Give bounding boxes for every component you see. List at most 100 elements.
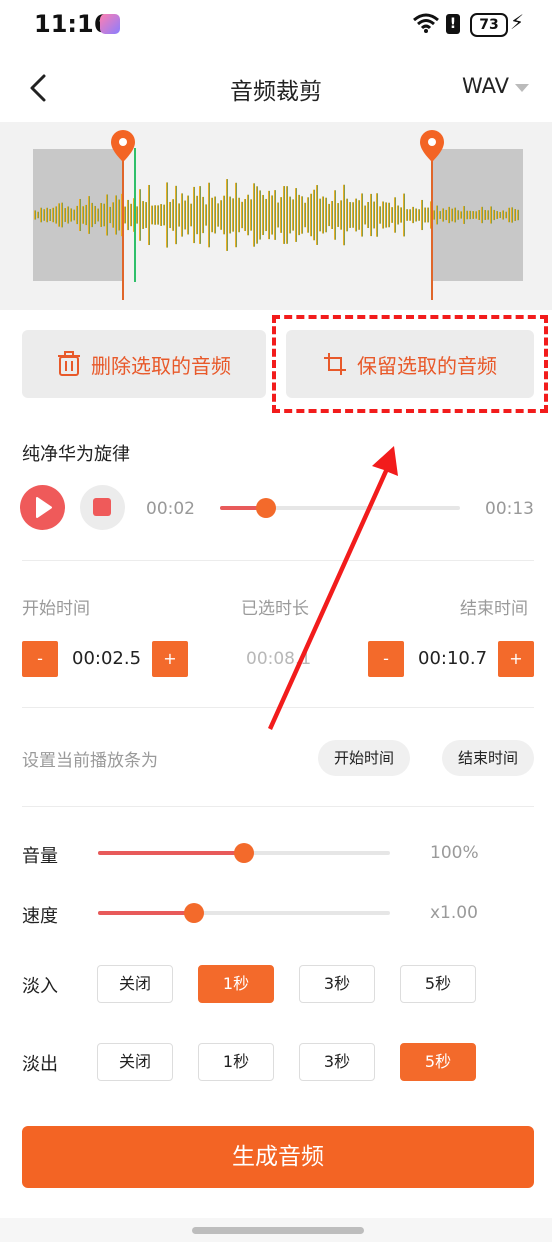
total-time: 00:13 bbox=[485, 499, 534, 519]
waveform-bar bbox=[157, 205, 159, 225]
waveform-bar bbox=[160, 204, 162, 226]
waveform-bar bbox=[346, 198, 348, 232]
annotation-highlight-box bbox=[272, 315, 548, 413]
generate-audio-button[interactable]: 生成音频 bbox=[22, 1126, 534, 1188]
wifi-icon bbox=[413, 13, 439, 33]
waveform-bar bbox=[451, 208, 453, 222]
waveform-bar bbox=[295, 188, 297, 242]
waveform-bar bbox=[463, 206, 465, 224]
start-time-value: 00:02.5 bbox=[72, 648, 142, 669]
waveform-bar bbox=[172, 199, 174, 231]
waveform-panel[interactable] bbox=[0, 122, 552, 310]
waveform-bar bbox=[70, 208, 72, 222]
waveform-bar bbox=[106, 194, 108, 236]
set-end-time-button[interactable]: 结束时间 bbox=[442, 740, 534, 776]
end-time-label: 结束时间 bbox=[460, 599, 528, 619]
waveform-bar bbox=[232, 198, 234, 232]
volume-slider-thumb[interactable] bbox=[234, 843, 254, 863]
waveform-bar bbox=[223, 195, 225, 235]
waveform-bar bbox=[481, 206, 483, 224]
waveform-bar bbox=[187, 195, 189, 235]
start-time-minus-button[interactable]: - bbox=[22, 641, 58, 677]
waveform-bar bbox=[166, 182, 168, 248]
waveform-bar bbox=[37, 211, 39, 219]
fade-out-option[interactable]: 关闭 bbox=[97, 1043, 173, 1081]
waveform-bar bbox=[193, 186, 195, 244]
waveform-bar bbox=[49, 209, 51, 221]
waveform-bar bbox=[181, 193, 183, 237]
waveform-bar bbox=[379, 206, 381, 224]
fade-in-option[interactable]: 关闭 bbox=[97, 965, 173, 1003]
waveform-bar bbox=[205, 204, 207, 226]
waveform-bar bbox=[454, 207, 456, 223]
home-indicator[interactable] bbox=[192, 1227, 364, 1234]
waveform-bar bbox=[424, 207, 426, 223]
end-time-plus-button[interactable]: + bbox=[498, 641, 534, 677]
waveform-bar bbox=[349, 202, 351, 228]
divider bbox=[22, 806, 534, 807]
end-time-value: 00:10.7 bbox=[418, 648, 488, 669]
waveform-bar bbox=[313, 189, 315, 241]
waveform-bar bbox=[103, 203, 105, 227]
delete-selection-label: 删除选取的音频 bbox=[91, 353, 231, 378]
status-bar: 11:16 ! 73 ⚡ bbox=[0, 0, 552, 50]
waveform-bar bbox=[175, 185, 177, 245]
play-icon bbox=[36, 497, 52, 518]
waveform-bar bbox=[496, 211, 498, 219]
waveform-bar bbox=[502, 210, 504, 220]
volume-label: 音量 bbox=[22, 846, 58, 867]
speed-slider-thumb[interactable] bbox=[184, 903, 204, 923]
fade-out-label: 淡出 bbox=[22, 1054, 58, 1075]
waveform-bar bbox=[145, 202, 147, 228]
waveform-bar bbox=[256, 186, 258, 244]
waveform-bar bbox=[58, 203, 60, 227]
waveform-bar bbox=[253, 183, 255, 247]
play-button[interactable] bbox=[20, 485, 65, 530]
track-name: 纯净华为旋律 bbox=[22, 444, 130, 465]
waveform-bar bbox=[115, 195, 117, 235]
fade-out-option[interactable]: 1秒 bbox=[198, 1043, 274, 1081]
waveform-bar bbox=[250, 199, 252, 231]
set-start-time-button[interactable]: 开始时间 bbox=[318, 740, 410, 776]
waveform-bar bbox=[169, 201, 171, 229]
selected-duration-label: 已选时长 bbox=[241, 599, 309, 619]
waveform-bar bbox=[100, 203, 102, 227]
waveform-bar bbox=[214, 196, 216, 234]
app-badge-icon bbox=[100, 14, 120, 34]
waveform-bar bbox=[196, 195, 198, 235]
fade-out-option[interactable]: 5秒 bbox=[400, 1043, 476, 1081]
chevron-down-icon[interactable] bbox=[515, 84, 529, 92]
end-time-minus-button[interactable]: - bbox=[368, 641, 404, 677]
waveform-bar bbox=[457, 210, 459, 220]
waveform-bar bbox=[352, 202, 354, 228]
waveform-bar bbox=[307, 197, 309, 233]
fade-in-option[interactable]: 3秒 bbox=[299, 965, 375, 1003]
waveform[interactable] bbox=[0, 122, 552, 310]
divider bbox=[22, 560, 534, 561]
waveform-bar bbox=[397, 205, 399, 225]
waveform-bar bbox=[292, 199, 294, 231]
waveform-bar bbox=[229, 196, 231, 234]
start-time-plus-button[interactable]: + bbox=[152, 641, 188, 677]
waveform-bar bbox=[46, 207, 48, 223]
waveform-bar bbox=[130, 203, 132, 227]
fade-in-option[interactable]: 1秒 bbox=[198, 965, 274, 1003]
waveform-bar bbox=[127, 199, 129, 231]
playback-slider-thumb[interactable] bbox=[256, 498, 276, 518]
delete-selection-button[interactable]: 删除选取的音频 bbox=[22, 330, 266, 398]
fade-in-option[interactable]: 5秒 bbox=[400, 965, 476, 1003]
fade-out-option[interactable]: 3秒 bbox=[299, 1043, 375, 1081]
waveform-bar bbox=[235, 182, 237, 248]
waveform-bar bbox=[382, 201, 384, 229]
waveform-bar bbox=[427, 207, 429, 223]
waveform-bar bbox=[385, 202, 387, 228]
waveform-bar bbox=[82, 206, 84, 224]
waveform-bar bbox=[328, 203, 330, 227]
waveform-bar bbox=[226, 179, 228, 251]
format-dropdown[interactable]: WAV bbox=[462, 74, 509, 98]
waveform-bar bbox=[220, 200, 222, 230]
speed-slider-fill bbox=[98, 911, 194, 915]
battery-icon: 73 bbox=[470, 13, 508, 37]
waveform-bar bbox=[370, 193, 372, 237]
waveform-bar bbox=[202, 196, 204, 234]
